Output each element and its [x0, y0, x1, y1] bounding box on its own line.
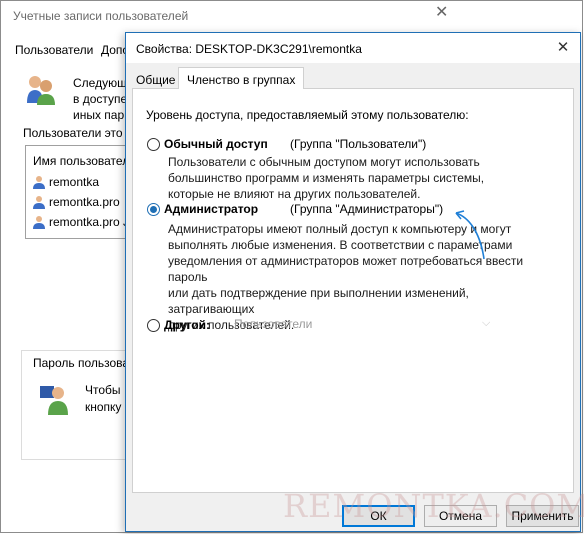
dialog-title: Свойства: DESKTOP-DK3C291\remontka	[136, 42, 362, 56]
user-icon	[32, 175, 46, 189]
password-description: Чтобы кнопку	[85, 383, 122, 414]
user-password-icon	[39, 382, 71, 416]
close-icon[interactable]: ✕	[435, 5, 451, 21]
close-icon[interactable]: ✕	[554, 39, 572, 57]
dialog-titlebar[interactable]: Свойства: DESKTOP-DK3C291\remontka ✕	[126, 33, 580, 63]
access-level-heading: Уровень доступа, предоставляемый этому п…	[146, 108, 469, 122]
user-properties-dialog: Свойства: DESKTOP-DK3C291\remontka ✕ Общ…	[125, 32, 581, 532]
annotation-arrow	[436, 201, 496, 261]
administrator-group-name: (Группа "Администраторы")	[290, 202, 444, 216]
users-icon	[25, 73, 57, 107]
radio-standard[interactable]	[147, 138, 160, 151]
tab-group-membership[interactable]: Членство в группах	[178, 67, 305, 89]
list-item[interactable]: remontka.pro J	[32, 215, 129, 229]
tab-users[interactable]: Пользователи	[15, 43, 93, 57]
radio-administrator[interactable]	[147, 203, 160, 216]
other-group-select[interactable]: Пользователи ⌵	[234, 317, 494, 335]
administrator-label[interactable]: Администратор	[164, 202, 258, 216]
password-group-label: Пароль пользова	[33, 356, 134, 370]
user-icon	[32, 195, 46, 209]
user-icon	[32, 215, 46, 229]
list-item-label: remontka	[49, 175, 100, 189]
tab-general[interactable]: Общие	[136, 73, 175, 87]
other-label[interactable]: Другой:	[164, 318, 210, 332]
list-item-label: remontka.pro J	[49, 215, 130, 229]
users-list[interactable]: Имя пользовател remontka remontka.pro re…	[25, 145, 135, 239]
standard-group-name: (Группа "Пользователи")	[290, 137, 427, 151]
standard-access-label[interactable]: Обычный доступ	[164, 137, 268, 151]
standard-description: Пользователи с обычным доступом могут ис…	[168, 155, 485, 201]
list-item[interactable]: remontka	[32, 175, 99, 189]
radio-other[interactable]	[147, 319, 160, 332]
window-description: Следующ в доступе иных пар	[73, 76, 128, 122]
list-item-label: remontka.pro	[49, 195, 120, 209]
users-list-label: Пользователи это	[23, 126, 123, 140]
list-column-header[interactable]: Имя пользовател	[33, 154, 129, 168]
watermark: REMONTKA.COM	[283, 487, 584, 525]
list-item[interactable]: remontka.pro	[32, 195, 120, 209]
chevron-down-icon: ⌵	[482, 317, 491, 329]
window-title: Учетные записи пользователей	[13, 9, 189, 23]
other-select-value: Пользователи	[234, 317, 313, 331]
